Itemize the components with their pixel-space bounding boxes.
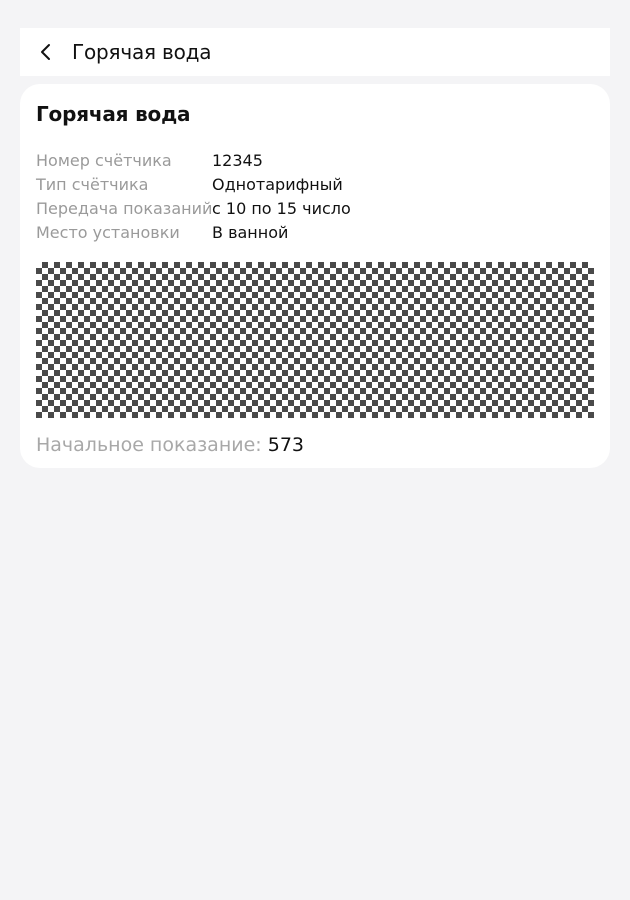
top-bar: Горячая вода <box>20 28 610 76</box>
info-label: Место установки <box>36 222 180 242</box>
back-button[interactable] <box>20 28 72 76</box>
info-label: Тип счётчика <box>36 174 149 194</box>
meter-card: Горячая вода Номер счётчика 12345 Тип сч… <box>20 84 610 468</box>
initial-reading-value: 573 <box>267 434 305 456</box>
info-row-submission-period: Передача показаний с 10 по 15 число <box>36 196 594 220</box>
info-label: Номер счётчика <box>36 150 172 170</box>
info-value: В ванной <box>212 222 289 242</box>
initial-reading: Начальное показание: 573 <box>36 432 594 458</box>
info-value: Однотарифный <box>212 174 343 194</box>
card-title: Горячая вода <box>36 102 191 126</box>
info-row-install-location: Место установки В ванной <box>36 220 594 244</box>
info-label: Передача показаний <box>36 198 213 218</box>
initial-reading-label: Начальное показание: <box>36 434 262 456</box>
chevron-left-icon <box>40 43 52 61</box>
info-row-meter-type: Тип счётчика Однотарифный <box>36 172 594 196</box>
info-value: с 10 по 15 число <box>212 198 351 218</box>
info-value: 12345 <box>212 150 263 170</box>
info-row-meter-number: Номер счётчика 12345 <box>36 148 594 172</box>
meter-photo-placeholder[interactable] <box>36 262 594 418</box>
meter-info-table: Номер счётчика 12345 Тип счётчика Однота… <box>36 148 594 244</box>
page-title: Горячая вода <box>72 40 212 64</box>
